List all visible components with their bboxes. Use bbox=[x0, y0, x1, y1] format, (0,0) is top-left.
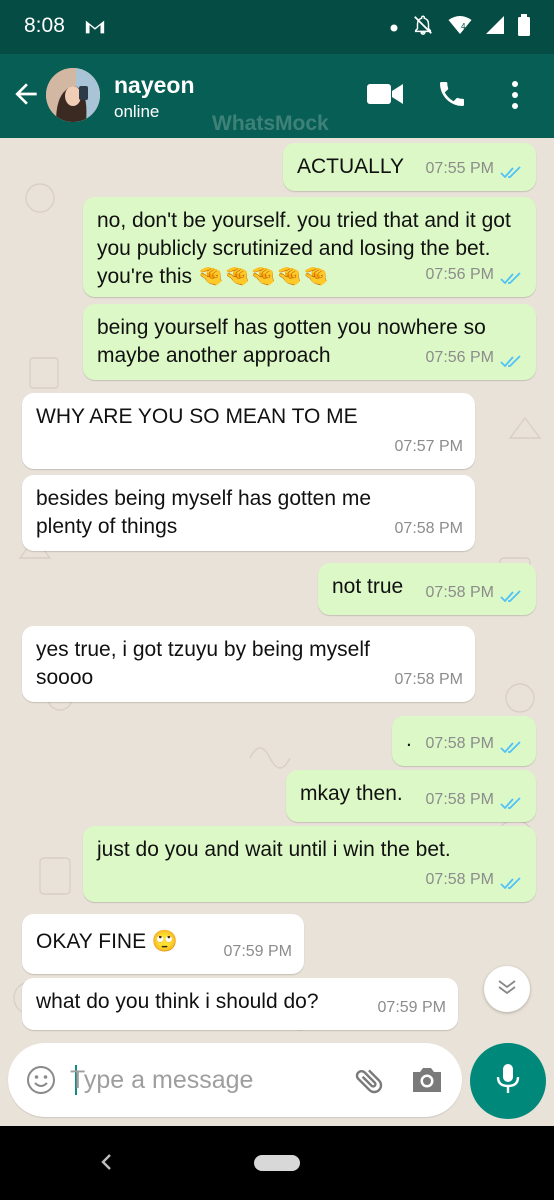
message-bubble-incoming[interactable]: besides being myself has gotten me plent… bbox=[22, 475, 475, 551]
attach-icon[interactable] bbox=[352, 1063, 388, 1104]
read-tick-icon bbox=[500, 793, 524, 810]
svg-text:4: 4 bbox=[461, 22, 466, 31]
status-bar: 8:08 4 bbox=[0, 0, 554, 54]
message-meta: 07:58 PM bbox=[426, 866, 524, 894]
message-meta: 07:58 PM bbox=[426, 730, 524, 758]
message-meta: 07:59 PM bbox=[378, 994, 446, 1022]
message-text: ACTUALLY bbox=[297, 155, 404, 178]
message-meta: 07:56 PM bbox=[426, 344, 524, 372]
double-chevron-down-icon bbox=[496, 978, 518, 1001]
message-time: 07:58 PM bbox=[394, 520, 463, 537]
contact-status: online bbox=[114, 102, 160, 121]
message-bubble-incoming[interactable]: yes true, i got tzuyu by being myself so… bbox=[22, 626, 475, 702]
menu-icon[interactable] bbox=[510, 80, 520, 115]
avatar[interactable] bbox=[46, 68, 100, 122]
read-tick-icon bbox=[500, 737, 524, 754]
message-time: 07:58 PM bbox=[425, 871, 494, 888]
message-meta: 07:58 PM bbox=[395, 666, 463, 694]
system-nav-bar bbox=[0, 1126, 554, 1200]
message-text: OKAY FINE 🙄 bbox=[36, 930, 179, 953]
message-bubble-outgoing[interactable]: ACTUALLY 07:55 PM bbox=[283, 143, 536, 191]
video-call-icon[interactable] bbox=[366, 80, 404, 113]
message-time: 07:59 PM bbox=[377, 999, 446, 1016]
message-meta: 07:57 PM bbox=[395, 433, 463, 461]
chat-area[interactable]: ACTUALLY 07:55 PM no, don't be yourself.… bbox=[0, 138, 554, 1038]
message-text: what do you think i should do? bbox=[36, 990, 319, 1013]
message-time: 07:55 PM bbox=[425, 160, 494, 177]
message-bubble-outgoing[interactable]: mkay then. 07:58 PM bbox=[286, 770, 536, 822]
message-time: 07:58 PM bbox=[425, 584, 494, 601]
message-meta: 07:58 PM bbox=[426, 579, 524, 607]
message-meta: 07:59 PM bbox=[224, 938, 292, 966]
camera-icon[interactable] bbox=[410, 1065, 444, 1100]
message-text: not true bbox=[332, 575, 404, 598]
message-bubble-incoming[interactable]: what do you think i should do? 07:59 PM bbox=[22, 978, 458, 1030]
message-input[interactable] bbox=[70, 1061, 334, 1099]
voice-message-button[interactable] bbox=[470, 1043, 546, 1119]
read-tick-icon bbox=[500, 873, 524, 890]
message-bubble-incoming[interactable]: OKAY FINE 🙄 07:59 PM bbox=[22, 914, 304, 974]
message-time: 07:59 PM bbox=[223, 943, 292, 960]
message-time: 07:58 PM bbox=[425, 735, 494, 752]
message-text: mkay then. bbox=[300, 782, 403, 805]
message-time: 07:56 PM bbox=[425, 349, 494, 366]
message-bubble-outgoing[interactable]: not true 07:58 PM bbox=[318, 563, 536, 615]
battery-icon bbox=[518, 14, 530, 41]
call-icon[interactable] bbox=[436, 78, 468, 115]
wifi-icon: 4 bbox=[448, 15, 472, 40]
nav-home-pill[interactable] bbox=[254, 1155, 300, 1171]
message-text: yes true, i got tzuyu by being myself so… bbox=[36, 638, 370, 689]
message-composer bbox=[8, 1043, 462, 1117]
emoji-icon[interactable] bbox=[26, 1065, 56, 1100]
dot-icon bbox=[390, 19, 398, 37]
message-text: just do you and wait until i win the bet… bbox=[97, 838, 451, 861]
read-tick-icon bbox=[500, 586, 524, 603]
read-tick-icon bbox=[500, 162, 524, 179]
signal-icon bbox=[486, 16, 504, 39]
mute-icon bbox=[412, 14, 434, 41]
message-meta: 07:56 PM bbox=[426, 261, 524, 289]
message-meta: 07:58 PM bbox=[395, 515, 463, 543]
read-tick-icon bbox=[500, 351, 524, 368]
message-text: besides being myself has gotten me plent… bbox=[36, 487, 372, 538]
gmail-icon bbox=[84, 16, 106, 43]
message-time: 07:57 PM bbox=[394, 438, 463, 455]
nav-back-icon[interactable] bbox=[98, 1152, 114, 1177]
message-bubble-outgoing[interactable]: . 07:58 PM bbox=[392, 716, 536, 766]
message-bubble-outgoing[interactable]: no, don't be yourself. you tried that an… bbox=[83, 197, 536, 297]
chat-header: nayeon online WhatsMock bbox=[0, 54, 554, 138]
message-time: 07:58 PM bbox=[425, 791, 494, 808]
scroll-to-bottom-button[interactable] bbox=[484, 966, 530, 1012]
message-text: WHY ARE YOU SO MEAN TO ME bbox=[36, 405, 358, 428]
watermark: WhatsMock bbox=[212, 112, 329, 135]
status-icons: 4 bbox=[390, 14, 530, 41]
message-bubble-outgoing[interactable]: being yourself has gotten you nowhere so… bbox=[83, 304, 536, 380]
status-time: 8:08 bbox=[24, 14, 65, 37]
message-bubble-outgoing[interactable]: just do you and wait until i win the bet… bbox=[83, 826, 536, 902]
message-text: . bbox=[406, 728, 412, 751]
mic-icon bbox=[494, 1062, 522, 1101]
read-tick-icon bbox=[500, 268, 524, 285]
message-meta: 07:55 PM bbox=[426, 155, 524, 183]
message-meta: 07:58 PM bbox=[426, 786, 524, 814]
back-arrow-icon[interactable] bbox=[10, 78, 44, 112]
message-time: 07:56 PM bbox=[425, 266, 494, 283]
contact-name[interactable]: nayeon bbox=[114, 72, 195, 99]
message-time: 07:58 PM bbox=[394, 671, 463, 688]
message-bubble-incoming[interactable]: WHY ARE YOU SO MEAN TO ME 07:57 PM bbox=[22, 393, 475, 469]
